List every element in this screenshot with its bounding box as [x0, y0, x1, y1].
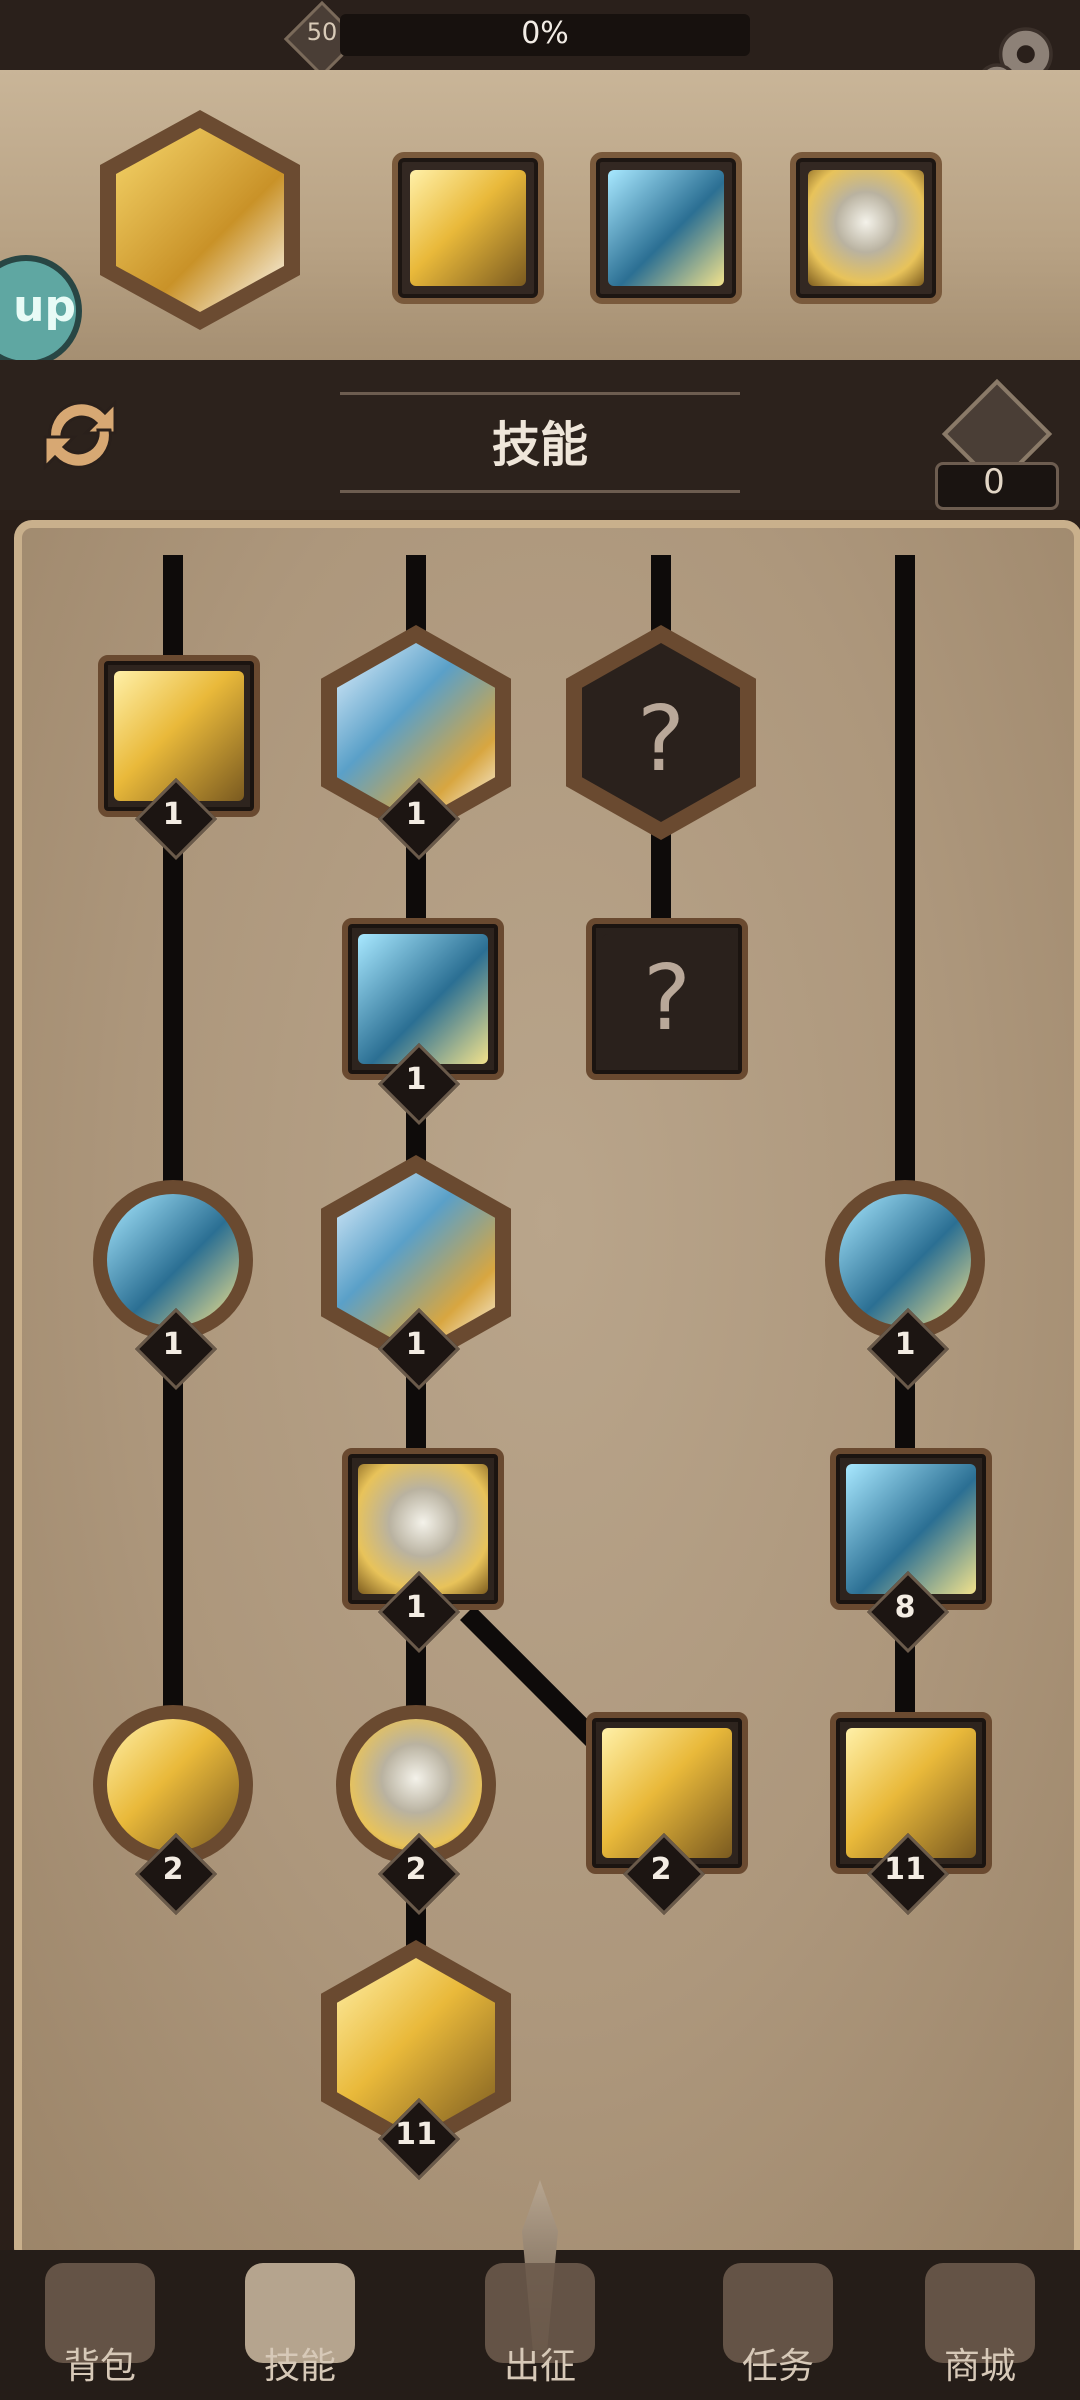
level-text: 1: [405, 1062, 427, 1097]
level-text: 2: [162, 1852, 184, 1887]
nav-label: 商城: [943, 2346, 1016, 2387]
title-divider-bottom: [340, 490, 740, 493]
title-divider-top: [340, 392, 740, 395]
level-text: 2: [405, 1852, 427, 1887]
skill-node-locked-square[interactable]: ?: [586, 918, 748, 1080]
level-text: 8: [894, 1590, 916, 1625]
nav-label: 任务: [741, 2346, 814, 2387]
lightning-hand-icon: [116, 128, 284, 312]
panel-title: 技能: [491, 417, 588, 473]
nav-backpack[interactable]: 背包: [0, 2255, 200, 2395]
locked-skill-icon: ?: [582, 643, 740, 822]
level-text: 1: [405, 797, 427, 832]
storm-staff-icon: [839, 1194, 971, 1326]
xp-percent-text: 0%: [521, 16, 569, 51]
level-text: 1: [405, 1590, 427, 1625]
golden-knight-icon: [808, 170, 924, 286]
nav-label: 出征: [503, 2346, 576, 2387]
storm-tome-icon: [107, 1194, 239, 1326]
level-text: 11: [395, 2117, 437, 2152]
nav-label: 背包: [63, 2346, 136, 2387]
level-text: 1: [162, 797, 184, 832]
equipped-skill-4[interactable]: [790, 152, 942, 304]
nav-label: 技能: [263, 2346, 336, 2387]
equipped-skill-2[interactable]: [392, 152, 544, 304]
refresh-icon[interactable]: [30, 385, 130, 485]
level-text: 2: [650, 1852, 672, 1887]
nav-quests[interactable]: 任务: [678, 2255, 878, 2395]
armored-knight-icon: [350, 1719, 482, 1851]
level-text: 11: [884, 1852, 926, 1887]
ice-lightning-icon: [608, 170, 724, 286]
blade-storm-icon: [358, 934, 488, 1064]
level-text: 1: [405, 1327, 427, 1362]
equipped-skill-3[interactable]: [590, 152, 742, 304]
lightning-strike-icon: [410, 170, 526, 286]
locked-skill-icon: ?: [602, 934, 732, 1064]
nav-shop[interactable]: 商城: [880, 2255, 1080, 2395]
nav-skills[interactable]: 技能: [200, 2255, 400, 2395]
nav-expedition[interactable]: 出征: [440, 2255, 640, 2395]
lightning-book-icon: [107, 1719, 239, 1851]
level-text: 1: [162, 1327, 184, 1362]
gem-count: 0: [983, 462, 1005, 502]
level-text: 1: [894, 1327, 916, 1362]
